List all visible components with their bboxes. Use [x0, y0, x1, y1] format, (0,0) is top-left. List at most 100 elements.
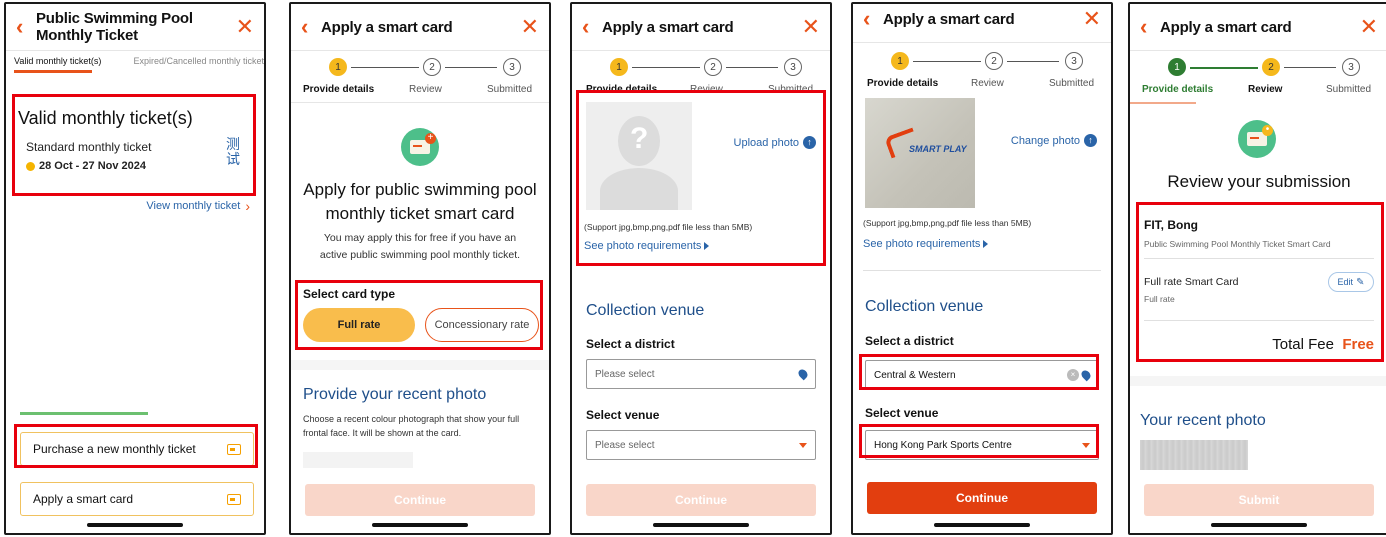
apply-label: Apply a smart card [33, 492, 134, 506]
step-line [632, 67, 700, 68]
district-label: Select a district [865, 334, 954, 348]
back-icon[interactable]: ‹ [863, 8, 883, 30]
change-photo-button[interactable]: Change photo ↑ [1011, 134, 1097, 147]
screen-review: ‹ Apply a smart card ✕ 1 2 3 Provide det… [1128, 2, 1386, 535]
tab-valid[interactable]: Valid monthly ticket(s) [14, 56, 101, 66]
step-3-label: Submitted [1326, 84, 1372, 95]
step-2: 2 [704, 58, 722, 76]
step-3: 3 [1342, 58, 1360, 76]
submit-button[interactable]: Submit [1144, 484, 1374, 516]
recent-photo-title: Your recent photo [1140, 412, 1266, 429]
highlight-box [295, 280, 543, 350]
close-icon[interactable]: ✕ [236, 16, 254, 38]
collection-venue-title: Collection venue [865, 298, 984, 315]
apply-description: You may apply this for free if you have … [319, 232, 521, 261]
collection-venue-title: Collection venue [586, 302, 705, 319]
step-line [445, 67, 497, 68]
apply-card-button[interactable]: Apply a smart card [20, 482, 254, 516]
step-1: 1 [610, 58, 628, 76]
back-icon[interactable]: ‹ [582, 16, 602, 38]
tab-underline [14, 70, 92, 73]
continue-button[interactable]: Continue [867, 482, 1097, 514]
close-icon[interactable]: ✕ [1083, 8, 1101, 30]
venue-select[interactable]: Please select [586, 430, 816, 460]
divider [6, 50, 264, 51]
photo-description: Choose a recent colour photograph that s… [303, 414, 520, 439]
step-line [351, 67, 419, 68]
step-line [726, 67, 778, 68]
stepper: 1 2 3 Provide details Review Submitted [303, 58, 535, 98]
view-ticket-link[interactable]: View monthly ticket › [146, 198, 250, 214]
photo-requirements-link[interactable]: See photo requirements [863, 238, 989, 250]
back-icon[interactable]: ‹ [1140, 16, 1160, 38]
stepper: 1 2 3 Provide details Review Submitted [867, 52, 1097, 92]
highlight-box [1136, 202, 1384, 362]
district-label: Select a district [586, 337, 675, 351]
photo-placeholder [303, 452, 413, 468]
logo-text: SMART PLAY [909, 144, 967, 154]
screen-upload-photo: ‹ Apply a smart card ✕ 1 2 3 Provide det… [570, 2, 832, 535]
uploaded-photo: SMART PLAY [865, 98, 975, 208]
highlight-box [859, 354, 1099, 390]
continue-button[interactable]: Continue [305, 484, 535, 516]
step-1: 1 [1168, 58, 1186, 76]
step-2-label: Review [971, 78, 1004, 89]
section-gap [291, 360, 549, 370]
divider [853, 42, 1111, 43]
page-title: Apply a smart card [321, 18, 453, 36]
step-line [1190, 67, 1258, 69]
card-add-icon: + [401, 128, 439, 166]
district-placeholder: Please select [595, 368, 655, 380]
tabs: Valid monthly ticket(s) Expired/Cancelle… [14, 56, 264, 66]
highlight-box [576, 90, 826, 266]
review-heading: Review your submission [1167, 172, 1351, 191]
home-indicator [372, 523, 468, 527]
screen-select-venue: ‹ Apply a smart card ✕ 1 2 3 Provide det… [851, 2, 1113, 535]
divider [572, 50, 830, 51]
back-icon[interactable]: ‹ [301, 16, 321, 38]
step-3: 3 [784, 58, 802, 76]
step-3: 3 [503, 58, 521, 76]
step-1: 1 [329, 58, 347, 76]
progress-bar [1130, 102, 1196, 104]
header: ‹ Public Swimming Pool Monthly Ticket ✕ [6, 4, 264, 50]
step-1-label: Provide details [303, 84, 375, 95]
highlight-box [12, 94, 256, 196]
step-2-label: Review [1248, 84, 1283, 95]
close-icon[interactable]: ✕ [521, 16, 539, 38]
triangle-right-icon [983, 240, 989, 249]
upload-icon: ↑ [1084, 134, 1097, 147]
step-2: 2 [1262, 58, 1280, 76]
divider [291, 50, 549, 51]
divider [863, 270, 1101, 271]
close-icon[interactable]: ✕ [1360, 16, 1378, 38]
step-line [1284, 67, 1336, 68]
header: ‹ Apply a smart card ✕ [572, 4, 830, 50]
card-icon: • [1238, 120, 1276, 158]
step-2: 2 [423, 58, 441, 76]
step-1-label: Provide details [867, 78, 939, 89]
tab-expired[interactable]: Expired/Cancelled monthly ticket [133, 56, 264, 66]
section-gap [1130, 376, 1386, 386]
header: ‹ Apply a smart card ✕ [1130, 4, 1386, 50]
home-indicator [87, 523, 183, 527]
highlight-box [14, 424, 258, 468]
chevron-down-icon [799, 442, 807, 448]
step-line [1007, 61, 1059, 62]
venue-placeholder: Please select [595, 439, 655, 451]
continue-button[interactable]: Continue [586, 484, 816, 516]
header: ‹ Apply a smart card ✕ [291, 4, 549, 50]
recent-photo [1140, 440, 1248, 470]
step-1-label: Provide details [1142, 84, 1214, 95]
step-3: 3 [1065, 52, 1083, 70]
step-2-label: Review [409, 84, 442, 95]
home-indicator [1211, 523, 1307, 527]
divider [1130, 50, 1386, 51]
divider [291, 102, 549, 103]
close-icon[interactable]: ✕ [802, 16, 820, 38]
back-icon[interactable]: ‹ [16, 16, 36, 38]
venue-label: Select venue [586, 408, 660, 422]
district-select[interactable]: Please select [586, 359, 816, 389]
card-icon [227, 493, 241, 505]
header: ‹ Apply a smart card ✕ [853, 4, 1111, 42]
